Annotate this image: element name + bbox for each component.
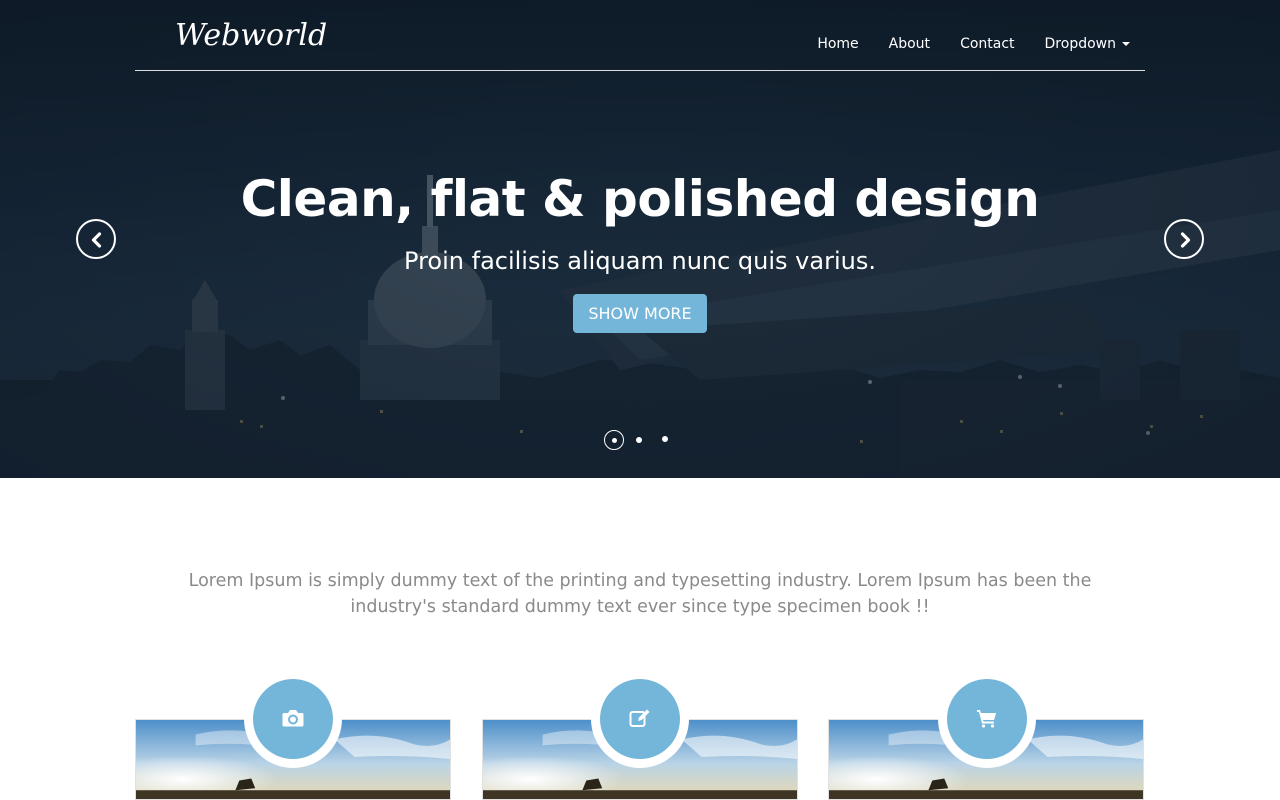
caret-down-icon xyxy=(1122,42,1130,46)
nav-dropdown-label: Dropdown xyxy=(1044,36,1116,52)
chevron-left-icon xyxy=(91,232,102,248)
feature-icon-button-3[interactable] xyxy=(947,679,1027,759)
brand-logo[interactable]: Webworld xyxy=(175,18,327,53)
feature-icon-ring-1 xyxy=(244,670,342,768)
carousel-indicator-3[interactable] xyxy=(662,436,668,442)
carousel-indicators xyxy=(604,430,674,450)
carousel-indicator-2[interactable] xyxy=(636,437,642,443)
hero-title: Clean, flat & polished design xyxy=(240,170,1040,228)
nav-item-about[interactable]: About xyxy=(874,34,945,54)
nav-item-home[interactable]: Home xyxy=(802,34,873,54)
feature-icon-ring-2 xyxy=(591,670,689,768)
nav-item-contact[interactable]: Contact xyxy=(945,34,1029,54)
hero-carousel: Webworld Home About Contact Dropdown Cle… xyxy=(0,0,1280,478)
navbar: Webworld Home About Contact Dropdown xyxy=(135,0,1145,71)
feature-icon-ring-3 xyxy=(938,670,1036,768)
nav-item-dropdown[interactable]: Dropdown xyxy=(1030,34,1130,54)
hero-subtitle: Proin facilisis aliquam nunc quis varius… xyxy=(404,247,876,275)
shopping-cart-icon xyxy=(977,710,996,728)
intro-text: Lorem Ipsum is simply dummy text of the … xyxy=(188,571,1092,617)
feature-icon-button-1[interactable] xyxy=(253,679,333,759)
carousel-indicator-1[interactable] xyxy=(604,430,624,450)
hero-overlay xyxy=(0,0,1280,478)
chevron-right-icon xyxy=(1180,232,1191,248)
feature-icon-button-2[interactable] xyxy=(600,679,680,759)
edit-icon xyxy=(629,709,650,727)
carousel-prev-button[interactable] xyxy=(76,219,116,259)
carousel-next-button[interactable] xyxy=(1164,219,1204,259)
nav-menu: Home About Contact Dropdown xyxy=(802,34,1130,54)
show-more-button[interactable]: SHOW MORE xyxy=(573,294,707,333)
camera-icon xyxy=(282,710,304,727)
